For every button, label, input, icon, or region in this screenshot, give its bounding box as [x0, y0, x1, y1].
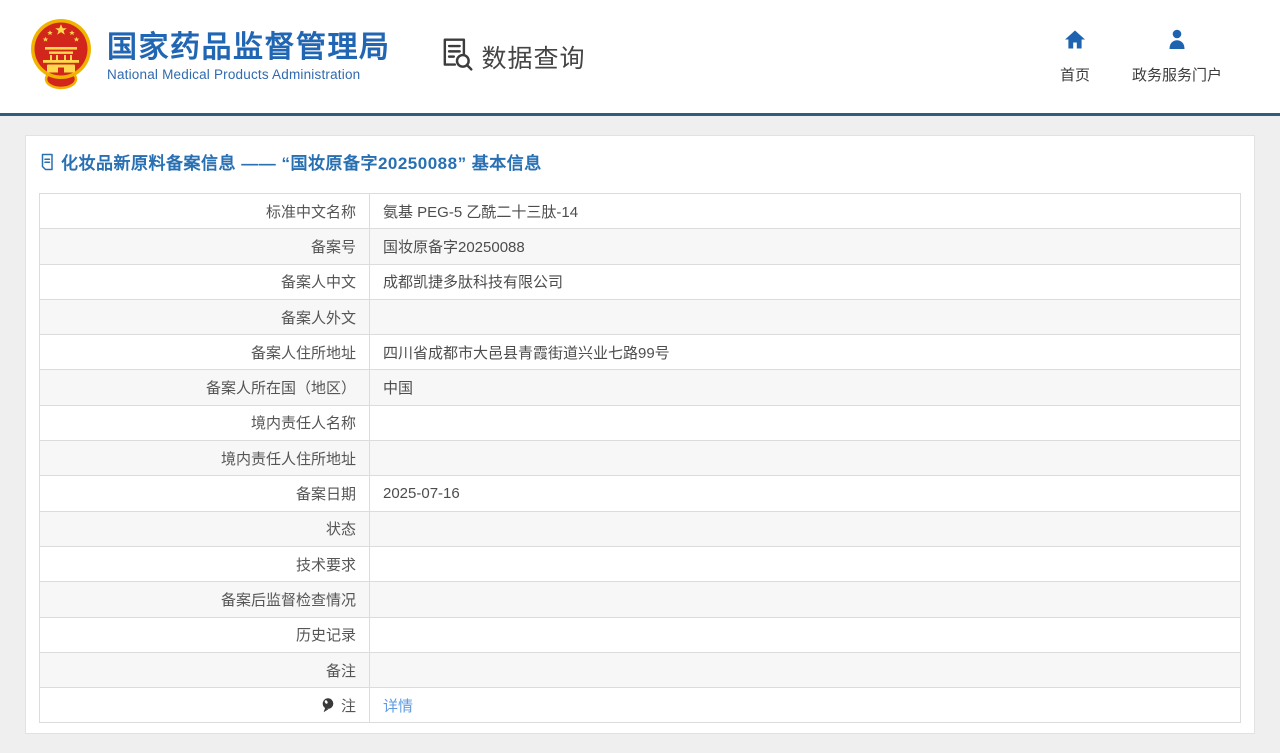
row-label: 状态	[326, 521, 356, 538]
user-icon	[1164, 28, 1190, 57]
row-value-cell: 国妆原备字20250088	[370, 229, 1241, 264]
row-value-cell	[370, 405, 1241, 440]
row-label: 备案人住所地址	[251, 345, 356, 362]
row-label-cell: 备案人外文	[40, 299, 370, 334]
row-value-cell	[370, 511, 1241, 546]
row-label: 备案人中文	[281, 274, 356, 291]
row-value: 成都凯捷多肽科技有限公司	[383, 274, 563, 291]
row-value-cell	[370, 546, 1241, 581]
row-label-cell: 境内责任人名称	[40, 405, 370, 440]
table-row: 备案人中文 成都凯捷多肽科技有限公司	[40, 264, 1241, 299]
row-value-cell	[370, 617, 1241, 652]
row-value: 国妆原备字20250088	[383, 239, 525, 256]
nav-item-label: 政务服务门户	[1132, 64, 1222, 85]
row-label-cell: 状态	[40, 511, 370, 546]
row-label-cell: 历史记录	[40, 617, 370, 652]
table-row: 境内责任人住所地址	[40, 441, 1241, 476]
table-row: 历史记录	[40, 617, 1241, 652]
table-row: 备案人住所地址 四川省成都市大邑县青霞街道兴业七路99号	[40, 335, 1241, 370]
row-label: 境内责任人住所地址	[221, 451, 356, 468]
row-label: 备案后监督检查情况	[221, 592, 356, 609]
nav-item-label: 首页	[1060, 64, 1090, 85]
org-title-block: 国家药品监督管理局 National Medical Products Admi…	[107, 31, 391, 82]
national-emblem-icon	[30, 18, 92, 95]
row-label: 历史记录	[296, 627, 356, 644]
filing-info-card: 化妆品新原料备案信息 —— “国妆原备字20250088” 基本信息 标准中文名…	[25, 135, 1255, 734]
table-row: 备案号 国妆原备字20250088	[40, 229, 1241, 264]
row-value-cell	[370, 299, 1241, 334]
row-value: 四川省成都市大邑县青霞街道兴业七路99号	[383, 345, 670, 362]
filing-table-body: 标准中文名称 氨基 PEG-5 乙酰二十三肽-14 备案号 国妆原备字20250…	[40, 194, 1241, 723]
row-label-cell: 技术要求	[40, 546, 370, 581]
row-label: 境内责任人名称	[251, 415, 356, 432]
row-label-cell: 备案日期	[40, 476, 370, 511]
data-query-title: 数据查询	[482, 39, 586, 75]
table-row: 备案日期 2025-07-16	[40, 476, 1241, 511]
document-icon	[39, 153, 55, 171]
org-name-zh: 国家药品监督管理局	[107, 31, 391, 64]
row-label-cell: 标准中文名称	[40, 194, 370, 229]
row-label-cell: 注	[40, 688, 370, 723]
row-value: 氨基 PEG-5 乙酰二十三肽-14	[383, 204, 578, 221]
row-value-cell: 氨基 PEG-5 乙酰二十三肽-14	[370, 194, 1241, 229]
page-title-text: 化妆品新原料备案信息 —— “国妆原备字20250088” 基本信息	[61, 149, 542, 174]
row-value-cell: 四川省成都市大邑县青霞街道兴业七路99号	[370, 335, 1241, 370]
row-label: 标准中文名称	[266, 204, 356, 221]
document-search-icon	[439, 36, 475, 77]
row-label-cell: 备案人住所地址	[40, 335, 370, 370]
table-row: 标准中文名称 氨基 PEG-5 乙酰二十三肽-14	[40, 194, 1241, 229]
row-value-cell: 成都凯捷多肽科技有限公司	[370, 264, 1241, 299]
row-label: 备案号	[311, 239, 356, 256]
row-value-cell	[370, 441, 1241, 476]
row-label: 备案人所在国（地区）	[206, 380, 356, 397]
row-value-cell: 详情	[370, 688, 1241, 723]
page-title: 化妆品新原料备案信息 —— “国妆原备字20250088” 基本信息	[39, 149, 1241, 174]
table-row: 备案人外文	[40, 299, 1241, 334]
row-label: 技术要求	[296, 557, 356, 574]
details-link[interactable]: 详情	[383, 698, 413, 715]
row-label-cell: 备注	[40, 652, 370, 687]
site-header: 国家药品监督管理局 National Medical Products Admi…	[0, 0, 1280, 113]
table-row: 注 详情	[40, 688, 1241, 723]
row-value-cell: 中国	[370, 370, 1241, 405]
table-row: 备案后监督检查情况	[40, 582, 1241, 617]
row-label-cell: 境内责任人住所地址	[40, 441, 370, 476]
nav-item-home[interactable]: 首页	[1060, 28, 1090, 85]
filing-info-table: 标准中文名称 氨基 PEG-5 乙酰二十三肽-14 备案号 国妆原备字20250…	[39, 193, 1241, 723]
page-body: 化妆品新原料备案信息 —— “国妆原备字20250088” 基本信息 标准中文名…	[0, 116, 1280, 734]
row-label: 备案人外文	[281, 310, 356, 327]
data-query-header[interactable]: 数据查询	[439, 36, 586, 77]
row-label-cell: 备案人所在国（地区）	[40, 370, 370, 405]
row-label: 注	[341, 698, 356, 715]
row-label: 备注	[326, 663, 356, 680]
nmpa-logo[interactable]	[30, 20, 94, 94]
row-value: 中国	[383, 380, 413, 397]
table-row: 技术要求	[40, 546, 1241, 581]
row-value-cell	[370, 652, 1241, 687]
row-label-cell: 备案后监督检查情况	[40, 582, 370, 617]
note-pin-icon	[322, 698, 334, 713]
home-icon	[1062, 28, 1088, 57]
row-value-cell: 2025-07-16	[370, 476, 1241, 511]
header-nav: 首页 政务服务门户	[1060, 28, 1222, 85]
org-name-en: National Medical Products Administration	[107, 67, 391, 82]
table-row: 备案人所在国（地区） 中国	[40, 370, 1241, 405]
table-row: 状态	[40, 511, 1241, 546]
row-label-cell: 备案号	[40, 229, 370, 264]
row-value: 2025-07-16	[383, 485, 460, 502]
row-label-cell: 备案人中文	[40, 264, 370, 299]
table-row: 境内责任人名称	[40, 405, 1241, 440]
table-row: 备注	[40, 652, 1241, 687]
row-value-cell	[370, 582, 1241, 617]
row-label: 备案日期	[296, 486, 356, 503]
nav-item-gov-portal[interactable]: 政务服务门户	[1132, 28, 1222, 85]
